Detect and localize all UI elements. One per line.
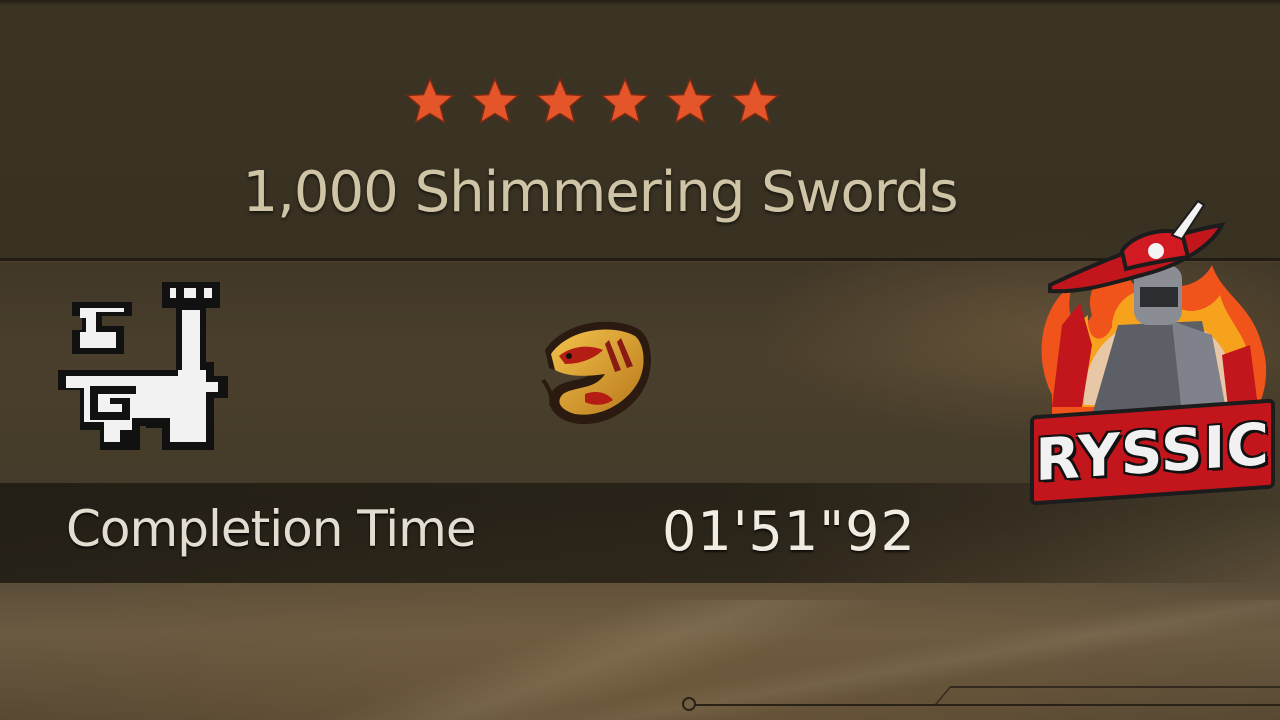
star-icon <box>600 77 650 125</box>
completion-time-label: Completion Time <box>66 500 477 558</box>
star-icon <box>535 77 585 125</box>
hunting-horn-icon <box>58 282 228 450</box>
bottom-decorative-frame <box>935 686 1280 704</box>
bottom-line-node <box>682 697 696 711</box>
ryssic-logo-text: RYSSIC <box>1030 398 1275 506</box>
completion-time-value: 01'51"92 <box>662 500 916 563</box>
star-icon <box>405 77 455 125</box>
quest-rank-stars <box>404 76 794 128</box>
top-shadow <box>0 0 1280 6</box>
monster-icon <box>541 321 651 425</box>
star-icon <box>730 77 780 125</box>
bottom-decorative-line <box>695 704 1280 706</box>
quest-results-screen: 1,000 Shimmering Swords Completion Time … <box>0 0 1280 720</box>
star-icon <box>665 77 715 125</box>
ryssic-logo-label: RYSSIC <box>1035 409 1270 495</box>
quest-title: 1,000 Shimmering Swords <box>242 160 958 225</box>
star-icon <box>470 77 520 125</box>
